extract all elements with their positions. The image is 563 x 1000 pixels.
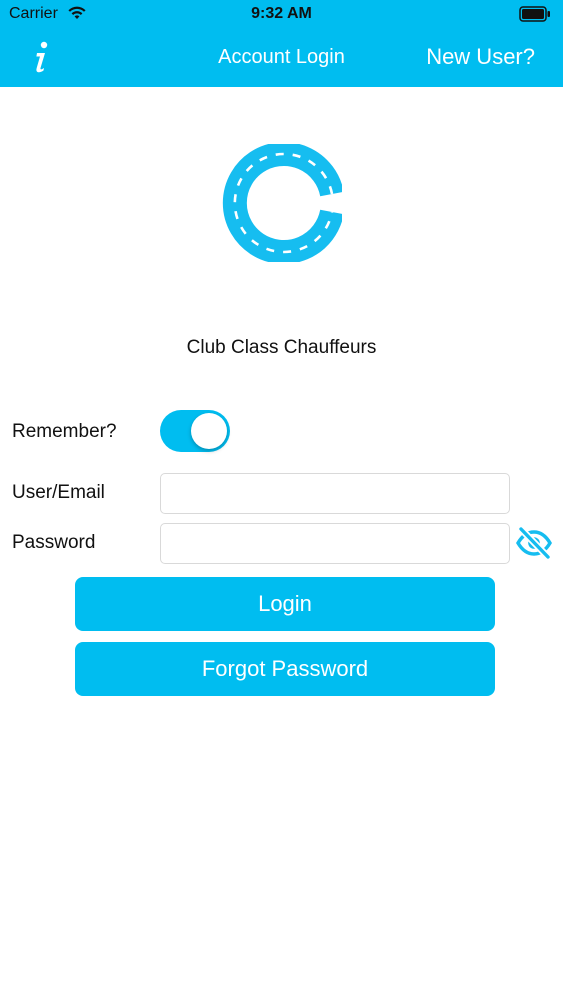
user-email-field[interactable] (160, 473, 510, 514)
user-email-label: User/Email (12, 482, 105, 503)
top-bar: Carrier 9:32 AM Account Login New User? (0, 0, 563, 87)
status-bar: Carrier 9:32 AM (0, 0, 563, 30)
login-button[interactable]: Login (75, 577, 495, 631)
eye-slash-icon[interactable] (515, 526, 553, 560)
brand-name: Club Class Chauffeurs (186, 337, 377, 358)
password-field[interactable] (160, 523, 510, 564)
road-ring-logo (222, 142, 344, 264)
new-user-button[interactable]: New User? (426, 44, 535, 70)
password-label: Password (12, 532, 96, 553)
forgot-password-button[interactable]: Forgot Password (75, 642, 495, 696)
remember-toggle[interactable] (160, 410, 230, 452)
toggle-knob (191, 413, 227, 449)
status-time: 9:32 AM (251, 5, 312, 22)
battery-icon (519, 6, 551, 27)
remember-label: Remember? (12, 421, 117, 442)
